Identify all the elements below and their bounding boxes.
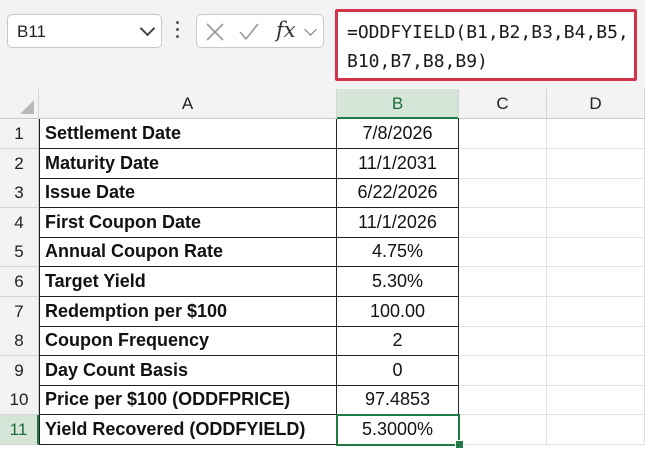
cell-d-empty[interactable] (547, 149, 645, 179)
cell-c-empty[interactable] (459, 297, 547, 327)
cell-a-label[interactable]: Annual Coupon Rate (39, 237, 337, 267)
row-header[interactable]: 11 (0, 415, 39, 445)
cell-a-label[interactable]: Redemption per $100 (39, 297, 337, 327)
cell-a-label[interactable]: Maturity Date (39, 149, 337, 179)
cell-b-value[interactable]: 0 (337, 356, 459, 386)
cell-c-empty[interactable] (459, 385, 547, 415)
cell-b-value[interactable]: 100.00 (337, 297, 459, 327)
cell-d-empty[interactable] (547, 415, 645, 445)
formula-input[interactable]: =ODDFYIELD(B1,B2,B3,B4,B5,B10,B7,B8,B9) (335, 9, 637, 81)
name-box[interactable]: B11 (7, 14, 162, 48)
cell-c-empty[interactable] (459, 267, 547, 297)
cell-c-empty[interactable] (459, 356, 547, 386)
check-icon[interactable] (238, 22, 260, 42)
row-header[interactable]: 9 (0, 356, 39, 386)
cell-b-value[interactable]: 2 (337, 326, 459, 356)
cell-b-value[interactable]: 97.4853 (337, 385, 459, 415)
cell-b-value[interactable]: 7/8/2026 (337, 119, 459, 149)
cell-b-value[interactable]: 6/22/2026 (337, 178, 459, 208)
cell-d-empty[interactable] (547, 385, 645, 415)
column-header-d[interactable]: D (547, 89, 645, 119)
cell-c-empty[interactable] (459, 119, 547, 149)
cell-d-empty[interactable] (547, 178, 645, 208)
row-header[interactable]: 6 (0, 267, 39, 297)
name-box-value: B11 (17, 22, 46, 41)
column-header-a[interactable]: A (39, 89, 337, 119)
cell-c-empty[interactable] (459, 415, 547, 445)
cancel-icon[interactable] (205, 22, 225, 42)
formula-controls: fx (196, 14, 324, 48)
row-header[interactable]: 1 (0, 119, 39, 149)
cell-b-value[interactable]: 11/1/2031 (337, 149, 459, 179)
cell-a-label[interactable]: Yield Recovered (ODDFYIELD) (39, 415, 337, 445)
spreadsheet-grid: A B C D 1 Settlement Date 7/8/2026 2 Maturit… (0, 89, 645, 449)
cell-c-empty[interactable] (459, 237, 547, 267)
cell-a-label[interactable]: Issue Date (39, 178, 337, 208)
cell-d-empty[interactable] (547, 208, 645, 238)
cell-a-label[interactable]: Price per $100 (ODDFPRICE) (39, 385, 337, 415)
cell-d-empty[interactable] (547, 267, 645, 297)
more-options-icon[interactable] (176, 21, 180, 41)
row-header[interactable]: 4 (0, 208, 39, 238)
column-header-b[interactable]: B (337, 89, 459, 119)
cell-c-empty[interactable] (459, 326, 547, 356)
insert-function-icon[interactable]: fx (276, 18, 296, 42)
cell-a-label[interactable]: Coupon Frequency (39, 326, 337, 356)
formula-bar-area: B11 fx =ODDFYIELD(B1,B2,B3,B4,B5,B10,B7,… (0, 0, 645, 89)
cell-d-empty[interactable] (547, 297, 645, 327)
cell-d-empty[interactable] (547, 326, 645, 356)
cell-a-label[interactable]: First Coupon Date (39, 208, 337, 238)
row-header[interactable]: 7 (0, 297, 39, 327)
cell-a-label[interactable]: Settlement Date (39, 119, 337, 149)
column-header-c[interactable]: C (459, 89, 547, 119)
row-header[interactable]: 10 (0, 385, 39, 415)
cell-d-empty[interactable] (547, 237, 645, 267)
select-all-button[interactable] (0, 89, 39, 119)
row-header[interactable]: 5 (0, 237, 39, 267)
chevron-down-icon[interactable] (304, 23, 317, 36)
cell-b-value[interactable]: 5.3000% (337, 415, 459, 445)
cell-c-empty[interactable] (459, 149, 547, 179)
cell-b-value[interactable]: 11/1/2026 (337, 208, 459, 238)
cell-b-value[interactable]: 4.75% (337, 237, 459, 267)
cell-d-empty[interactable] (547, 119, 645, 149)
cell-a-label[interactable]: Target Yield (39, 267, 337, 297)
chevron-down-icon[interactable] (139, 20, 156, 37)
cell-c-empty[interactable] (459, 178, 547, 208)
select-all-triangle-icon (20, 100, 34, 114)
row-header[interactable]: 2 (0, 149, 39, 179)
row-header[interactable]: 8 (0, 326, 39, 356)
cell-c-empty[interactable] (459, 208, 547, 238)
cell-b-value[interactable]: 5.30% (337, 267, 459, 297)
cell-a-label[interactable]: Day Count Basis (39, 356, 337, 386)
cell-d-empty[interactable] (547, 356, 645, 386)
row-header[interactable]: 3 (0, 178, 39, 208)
